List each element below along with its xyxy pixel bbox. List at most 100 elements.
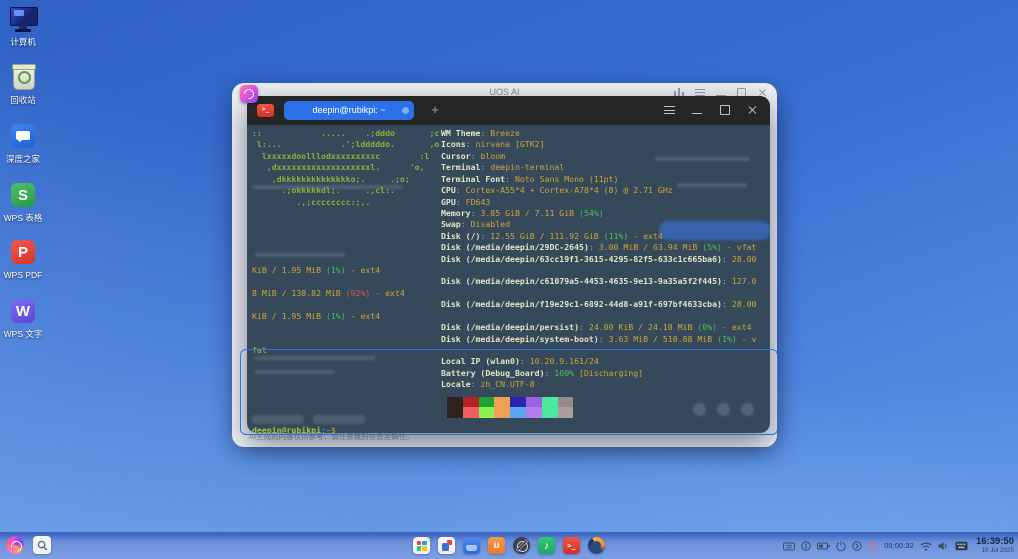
desktop-icon-wps-pdf[interactable]: P WPS PDF	[0, 236, 46, 280]
terminal-line: Local IP (wlan0): 10.20.9.161/24	[441, 356, 599, 367]
desktop-icon-label: WPS PDF	[3, 270, 43, 280]
wps-sheet-icon: S	[7, 179, 39, 211]
deepin-home-icon	[7, 120, 39, 152]
power-icon	[836, 541, 847, 551]
battery-icon	[817, 542, 830, 550]
terminal-line: Disk (/media/deepin/system-boot): 3.63 M…	[441, 333, 757, 344]
taskbar-app-store[interactable]: u	[488, 537, 505, 554]
new-tab-button[interactable]: +	[425, 101, 445, 120]
taskbar-clock[interactable]: 16:39:50 10 Jul 2025	[976, 537, 1014, 554]
terminal-output: :: ..... .;dddo ;c l:... .';ldddddo. ,o …	[247, 125, 770, 433]
terminal-line: Battery (Debug_Board): 100% [Discharging…	[441, 367, 644, 378]
taskbar-file-manager[interactable]	[463, 537, 480, 554]
terminal-palette-swatch	[510, 397, 526, 408]
computer-icon	[7, 3, 39, 35]
terminal-palette-swatch	[557, 407, 574, 418]
terminal-line: deepin@rubikpi:~$	[252, 424, 336, 433]
taskbar-music[interactable]: ♪	[538, 537, 555, 554]
taskbar-firefox[interactable]	[588, 537, 605, 554]
desktop-icon-wps-writer[interactable]: W WPS 文字	[0, 295, 46, 339]
tray-power[interactable]	[836, 541, 847, 551]
terminal-line: Disk (/media/deepin/63cc19f1-3615-4295-8…	[441, 253, 757, 264]
tray-input-method[interactable]	[955, 541, 968, 551]
terminal-line: Terminal Font: Noto Sans Mono (11pt)	[441, 173, 619, 184]
wps-pdf-icon: P	[7, 236, 39, 268]
terminal-app-icon: >_	[257, 104, 274, 117]
terminal-content[interactable]: :: ..... .;dddo ;c l:... .';ldddddo. ,o …	[247, 125, 770, 433]
tray-session[interactable]	[852, 541, 863, 551]
terminal-tab-title: deepin@rubikpi: ~	[312, 105, 386, 115]
terminal-maximize-icon[interactable]	[720, 105, 730, 115]
terminal-line: Disk (/media/deepin/29DC-2645): 3.00 MiB…	[441, 242, 757, 253]
terminal-tab[interactable]: deepin@rubikpi: ~	[284, 101, 414, 120]
keyboard-icon	[783, 542, 796, 550]
terminal-palette-swatch	[541, 407, 558, 418]
volume-icon	[938, 542, 947, 550]
terminal-palette-swatch	[526, 407, 542, 418]
tray-battery[interactable]	[817, 542, 830, 550]
terminal-palette-swatch	[462, 407, 479, 418]
input-keyboard-icon	[955, 541, 968, 551]
tray-onboard-keyboard[interactable]	[783, 542, 796, 551]
desktop-icon-wps-sheet[interactable]: S WPS 表格	[0, 179, 46, 223]
taskbar-control-center[interactable]	[513, 537, 530, 554]
desktop-icon-label: 回收站	[10, 95, 36, 105]
wps-writer-icon: W	[7, 295, 39, 327]
record-icon	[868, 541, 878, 551]
taskbar-security-center[interactable]	[438, 537, 455, 554]
terminal-line: WM Theme: Breeze	[441, 128, 520, 138]
terminal-line: Disk (/media/deepin/persist): 24.00 KiB …	[441, 322, 752, 333]
clock-time: 16:39:50	[975, 536, 1014, 548]
terminal-palette-swatch	[447, 407, 463, 418]
wifi-icon	[920, 542, 932, 551]
tray-screen-recorder[interactable]	[868, 541, 878, 551]
chevron-circle-icon	[852, 541, 863, 551]
terminal-line: KiB / 1.95 MiB (1%) - ext4	[252, 265, 381, 276]
terminal-palette-swatch	[510, 407, 526, 418]
taskbar-app-grid[interactable]	[413, 537, 430, 554]
tray-bluetooth[interactable]	[801, 541, 812, 551]
desktop-icon-label: 深度之家	[5, 154, 40, 164]
uos-ai-assistant-icon[interactable]	[240, 85, 258, 103]
desktop-icon-deepin-home[interactable]: 深度之家	[0, 120, 46, 164]
terminal-palette-swatch	[478, 397, 495, 408]
terminal-line: Disk (/media/deepin/f19e29c1-6892-44d8-a…	[441, 299, 757, 310]
search-icon	[37, 540, 47, 550]
recording-timer: 00:00:32	[884, 542, 914, 550]
terminal-minimize-icon[interactable]	[692, 105, 703, 115]
terminal-icon: >_	[567, 541, 576, 550]
terminal-line: Disk (/media/deepin/c61079a5-4453-4635-9…	[441, 276, 757, 287]
desktop-icon-label: WPS 文字	[3, 329, 43, 339]
terminal-palette-swatch	[462, 397, 479, 408]
terminal-line: Terminal: deepin-terminal	[441, 162, 565, 173]
terminal-line: KiB / 1.95 MiB (1%) - ext4	[252, 310, 381, 321]
terminal-close-icon[interactable]	[747, 105, 758, 115]
launcher-icon[interactable]	[6, 536, 24, 554]
terminal-titlebar[interactable]: >_ deepin@rubikpi: ~ +	[247, 96, 770, 125]
terminal-line: Disk (/): 12.55 GiB / 111.92 GiB (11%) -…	[441, 230, 663, 241]
terminal-line: fat	[252, 344, 267, 355]
terminal-palette-swatch	[557, 397, 574, 408]
desktop-icon-computer[interactable]: 计算机	[0, 3, 46, 47]
search-button[interactable]	[33, 536, 51, 554]
terminal-palette-swatch	[494, 397, 511, 408]
terminal-palette-swatch	[494, 407, 511, 418]
app-store-icon: u	[493, 540, 500, 551]
terminal-palette-swatch	[541, 397, 558, 408]
trash-icon	[7, 61, 39, 93]
terminal-line: Cursor: bloom	[441, 150, 506, 161]
taskbar-terminal[interactable]: >_	[563, 537, 580, 554]
terminal-palette-swatch	[478, 407, 495, 418]
terminal-window: >_ deepin@rubikpi: ~ + :: ..... .;dddo ;…	[247, 96, 770, 433]
terminal-line: Icons: nirvana [GTK2]	[441, 139, 545, 150]
desktop-icon-trash[interactable]: 回收站	[0, 61, 46, 105]
terminal-line: GPU: FD643	[441, 196, 491, 207]
tab-close-icon[interactable]	[402, 107, 409, 114]
terminal-palette-swatch	[447, 397, 463, 408]
terminal-menu-icon[interactable]	[664, 105, 675, 115]
taskbar: u ♪ >_ 00:00:32 16:39:50 10 Jul 2025	[0, 532, 1018, 559]
terminal-line: 8 MiB / 138.82 MiB (92%) - ext4	[252, 287, 405, 298]
app-grid-icon	[416, 540, 427, 551]
tray-volume[interactable]	[938, 541, 949, 551]
tray-wifi[interactable]	[920, 542, 932, 551]
